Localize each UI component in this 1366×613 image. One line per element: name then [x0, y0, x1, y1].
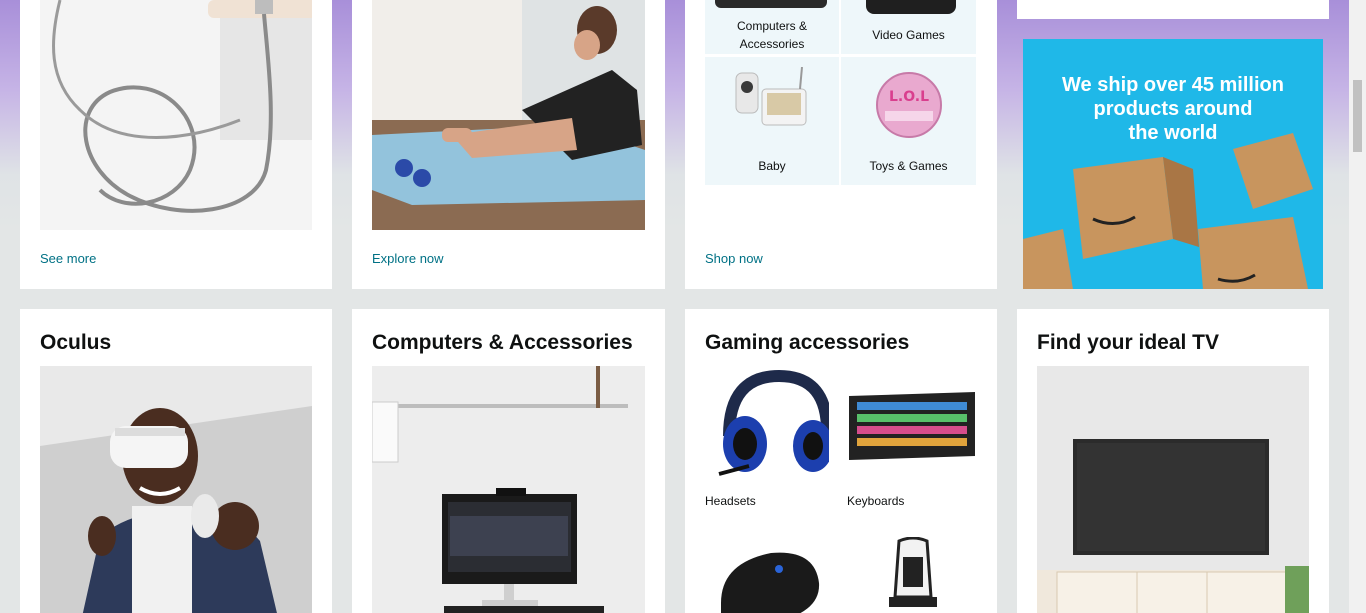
see-more-link[interactable]: See more [40, 251, 96, 266]
toys-games-tile[interactable]: L.O.L Toys & Games [841, 57, 976, 185]
shop-now-link[interactable]: Shop now [705, 251, 763, 266]
gaming-chair-tile[interactable] [847, 529, 976, 613]
keyboards-label: Keyboards [847, 494, 905, 508]
computers-accessories-tile[interactable]: Computers & Accessories [705, 0, 839, 54]
yoga-stretch-image[interactable] [372, 0, 645, 230]
ad-line-2: products around [1093, 98, 1253, 120]
computers-card: Computers & Accessories [352, 309, 665, 613]
mouse-tile[interactable] [705, 529, 834, 613]
headsets-tile[interactable]: Headsets [705, 366, 834, 526]
gaming-chair-image [889, 537, 937, 607]
headsets-label: Headsets [705, 494, 756, 508]
game-console-image [866, 0, 956, 14]
computers-accessories-label: Computers & Accessories [736, 19, 808, 51]
gaming-mouse-image [721, 552, 820, 613]
baby-monitor-image [735, 67, 807, 126]
gaming-card: Gaming accessories Headsets Keyboards [685, 309, 997, 613]
toy-ball-image: L.O.L [876, 72, 942, 138]
explore-now-link[interactable]: Explore now [372, 251, 444, 266]
baby-tile[interactable]: Baby [705, 57, 839, 185]
category-grid-card: Computers & Accessories Video Games Baby… [685, 0, 997, 289]
desktop-computer-image[interactable] [372, 366, 645, 613]
laptop-image [715, 0, 827, 8]
video-games-label: Video Games [872, 28, 945, 42]
gaming-title: Gaming accessories [705, 331, 910, 354]
top-right-card-bottom-edge [1017, 0, 1329, 19]
keyboards-tile[interactable]: Keyboards [847, 366, 976, 526]
charging-cable-image[interactable] [40, 0, 312, 230]
toys-games-label: Toys & Games [869, 159, 948, 173]
ad-line-1: We ship over 45 million [1062, 74, 1284, 96]
oculus-vr-image[interactable] [40, 366, 312, 613]
oculus-card: Oculus [20, 309, 332, 613]
keyboard-image [849, 392, 975, 460]
svg-text:L.O.L: L.O.L [889, 89, 929, 105]
tv-title: Find your ideal TV [1037, 331, 1220, 354]
oculus-title: Oculus [40, 331, 112, 354]
scrollbar-thumb[interactable] [1353, 80, 1362, 152]
shipping-boxes-image [1023, 133, 1313, 289]
cable-card: See more [20, 0, 332, 289]
computers-title: Computers & Accessories [372, 331, 633, 354]
baby-label: Baby [758, 159, 786, 173]
fitness-card: Explore now [352, 0, 665, 289]
tv-card: Find your ideal TV [1017, 309, 1329, 613]
page-scrollbar[interactable] [1349, 0, 1366, 613]
headset-image [718, 369, 829, 476]
tv-room-image[interactable] [1037, 366, 1309, 613]
video-games-tile[interactable]: Video Games [841, 0, 976, 54]
shipping-ad-banner[interactable]: We ship over 45 million products around … [1023, 39, 1323, 289]
